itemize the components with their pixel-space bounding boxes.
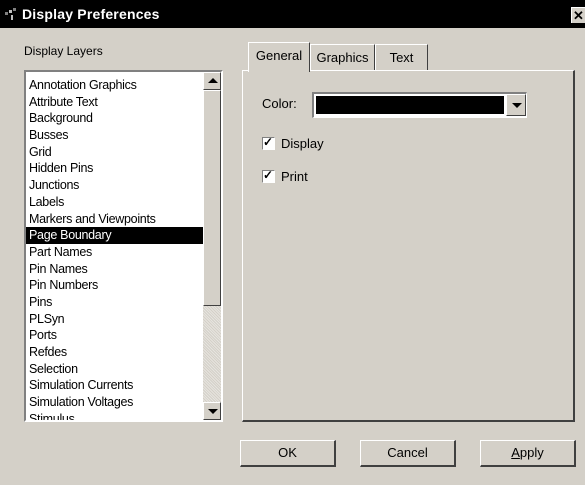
display-checkbox[interactable]: ✓ xyxy=(262,135,275,150)
list-item[interactable]: Annotation Graphics xyxy=(26,77,204,94)
list-item[interactable]: Grid xyxy=(26,144,204,161)
list-item[interactable]: Pin Names xyxy=(26,261,204,278)
apply-button-label: pply xyxy=(519,445,544,460)
tab-general[interactable]: General xyxy=(248,42,310,72)
checkmark-icon: ✓ xyxy=(263,135,274,149)
layers-list: Annotation Graphics Attribute Text Backgro… xyxy=(26,77,204,420)
list-item[interactable]: Pin Numbers xyxy=(26,277,204,294)
window-title: Display Preferences xyxy=(22,6,160,22)
tab-text-label: Text xyxy=(389,50,414,65)
apply-button[interactable]: Apply xyxy=(480,440,576,467)
tab-text[interactable]: Text xyxy=(375,44,428,70)
list-item[interactable]: Markers and Viewpoints xyxy=(26,211,204,228)
scroll-up-button[interactable] xyxy=(203,72,221,90)
arrow-down-icon xyxy=(208,409,218,414)
apply-hotkey: A xyxy=(511,445,520,460)
list-item[interactable]: Junctions xyxy=(26,177,204,194)
display-preferences-dialog: Display Preferences ✕ Display Layers Ann… xyxy=(0,0,585,485)
list-item[interactable]: Ports xyxy=(26,327,204,344)
scroll-thumb[interactable] xyxy=(203,90,221,306)
print-checkbox-label: Print xyxy=(281,169,308,184)
display-checkbox-label: Display xyxy=(281,136,324,151)
tab-graphics-label: Graphics xyxy=(316,50,369,65)
close-button[interactable]: ✕ xyxy=(571,7,585,23)
list-item[interactable]: Busses xyxy=(26,127,204,144)
cancel-button[interactable]: Cancel xyxy=(360,440,456,467)
color-label: Color: xyxy=(262,96,297,111)
color-dropdown[interactable] xyxy=(312,92,527,118)
print-checkbox-row[interactable]: ✓ Print xyxy=(262,168,308,184)
checkmark-icon: ✓ xyxy=(263,168,274,182)
list-item[interactable]: Selection xyxy=(26,361,204,378)
list-item[interactable]: Part Names xyxy=(26,244,204,261)
list-item[interactable]: Simulation Voltages xyxy=(26,394,204,411)
general-tab-panel xyxy=(242,70,575,422)
display-layers-listbox[interactable]: Annotation Graphics Attribute Text Backgro… xyxy=(24,70,223,422)
list-scrollbar[interactable] xyxy=(203,72,221,420)
window-icon xyxy=(4,7,18,21)
display-layers-label: Display Layers xyxy=(24,44,103,58)
color-swatch xyxy=(316,96,504,114)
close-icon: ✕ xyxy=(573,8,584,23)
display-checkbox-row[interactable]: ✓ Display xyxy=(262,135,324,151)
tab-graphics[interactable]: Graphics xyxy=(310,44,375,70)
list-item[interactable]: Attribute Text xyxy=(26,94,204,111)
cancel-button-label: Cancel xyxy=(387,445,428,460)
ok-button[interactable]: OK xyxy=(240,440,336,467)
list-item[interactable]: Pins xyxy=(26,294,204,311)
color-dropdown-button[interactable] xyxy=(506,94,526,116)
list-item[interactable]: Page Boundary xyxy=(26,227,204,244)
list-item[interactable]: Stimulus xyxy=(26,411,204,420)
list-item[interactable]: Labels xyxy=(26,194,204,211)
chevron-down-icon xyxy=(512,103,522,108)
scroll-down-button[interactable] xyxy=(203,402,221,420)
list-item[interactable]: Simulation Currents xyxy=(26,377,204,394)
list-item[interactable]: PLSyn xyxy=(26,311,204,328)
list-item[interactable]: Hidden Pins xyxy=(26,160,204,177)
list-item[interactable]: Background xyxy=(26,110,204,127)
print-checkbox[interactable]: ✓ xyxy=(262,168,275,183)
tab-general-label: General xyxy=(255,48,303,63)
arrow-up-icon xyxy=(208,78,218,83)
ok-button-label: OK xyxy=(278,445,297,460)
title-bar[interactable]: Display Preferences ✕ xyxy=(0,0,585,28)
list-item[interactable]: Refdes xyxy=(26,344,204,361)
